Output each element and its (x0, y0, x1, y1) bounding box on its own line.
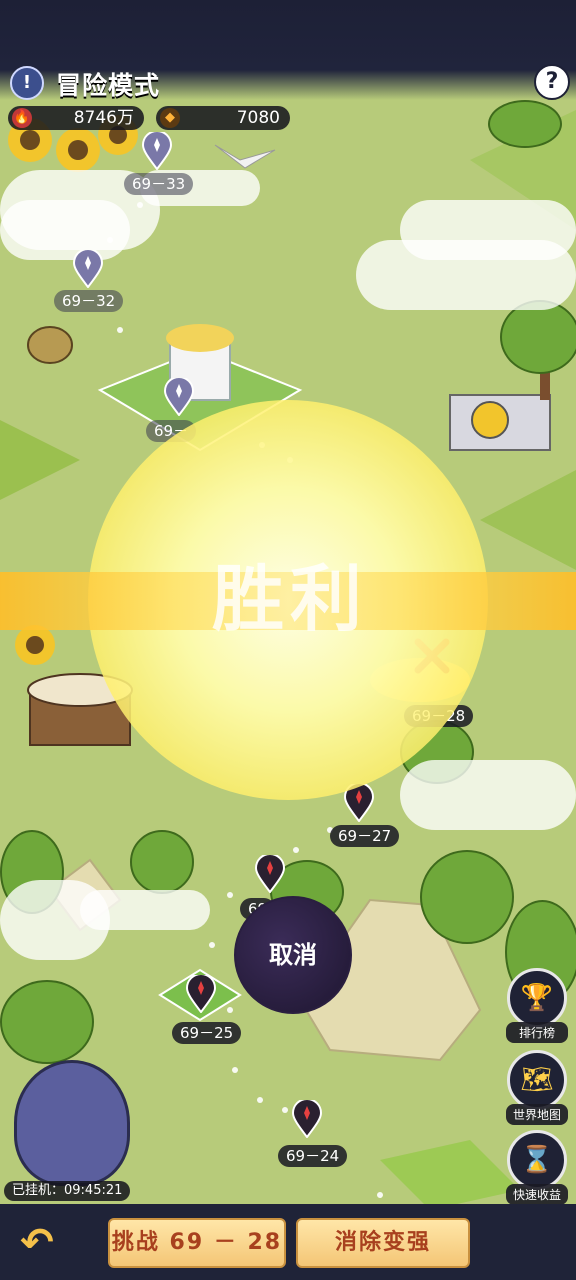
afk-character (14, 1060, 130, 1186)
cloud (80, 890, 210, 930)
diamond-icon: ◆ (160, 108, 180, 128)
quick-earnings-button[interactable]: ⌛ 快速收益 (506, 1130, 568, 1205)
stage-label[interactable]: 69－25 (172, 1022, 242, 1044)
cloud (0, 200, 130, 260)
hourglass-icon: ⌛ (507, 1130, 567, 1190)
stage-label[interactable]: 69－27 (330, 825, 400, 847)
stage-label[interactable]: 69－32 (54, 290, 124, 312)
power-value: 8746万 (73, 108, 134, 128)
upgrade-button[interactable]: 消除变强 (296, 1218, 470, 1268)
back-arrow-icon[interactable]: ↶ (10, 1218, 64, 1268)
tree (500, 300, 576, 374)
fire-icon: 🔥 (12, 108, 32, 128)
title-row: ! 冒险模式 ? (0, 62, 576, 100)
info-icon[interactable]: ! (10, 66, 44, 100)
afk-time: 已挂机：09:45:21 (4, 1181, 131, 1201)
help-icon[interactable]: ? (534, 64, 570, 100)
challenge-button[interactable]: 挑战 69 － 28 (108, 1218, 286, 1268)
stage-pin-icon[interactable] (292, 1100, 322, 1138)
stage-pin-icon[interactable] (255, 855, 285, 893)
cancel-button[interactable]: 取消 (234, 896, 352, 1014)
bottom-bar: ↶ 挑战 69 － 28 消除变强 (0, 1204, 576, 1280)
quick-earnings-label: 快速收益 (506, 1184, 568, 1205)
stage-label[interactable]: 69－24 (278, 1145, 348, 1167)
stage-pin-icon[interactable] (142, 132, 172, 170)
power-counter: 🔥 8746万 (8, 106, 144, 130)
stage-pin-icon[interactable] (164, 378, 194, 416)
world-map-button[interactable]: 🗺 世界地图 (506, 1050, 568, 1125)
stage-label[interactable]: 69－33 (124, 173, 194, 195)
diamond-counter: ◆ 7080 (156, 106, 290, 130)
stage-pin-icon[interactable] (73, 250, 103, 288)
tree (420, 850, 514, 944)
tree (488, 100, 562, 148)
stage-pin-icon[interactable] (186, 975, 216, 1013)
cloud (400, 760, 576, 830)
world-map-label: 世界地图 (506, 1104, 568, 1125)
afk-chest[interactable] (0, 1060, 150, 1200)
leaderboard-label: 排行榜 (506, 1022, 568, 1043)
leaderboard-button[interactable]: 🏆 排行榜 (506, 968, 568, 1043)
victory-text: 胜利 (211, 557, 368, 641)
cloud (400, 200, 576, 260)
tree (0, 980, 94, 1064)
map-icon: 🗺 (507, 1050, 567, 1110)
diamond-value: 7080 (236, 108, 280, 128)
page-title: 冒险模式 (56, 71, 161, 100)
top-bar: ! 冒险模式 ? (0, 0, 576, 100)
trophy-icon: 🏆 (507, 968, 567, 1028)
tree (130, 830, 194, 894)
